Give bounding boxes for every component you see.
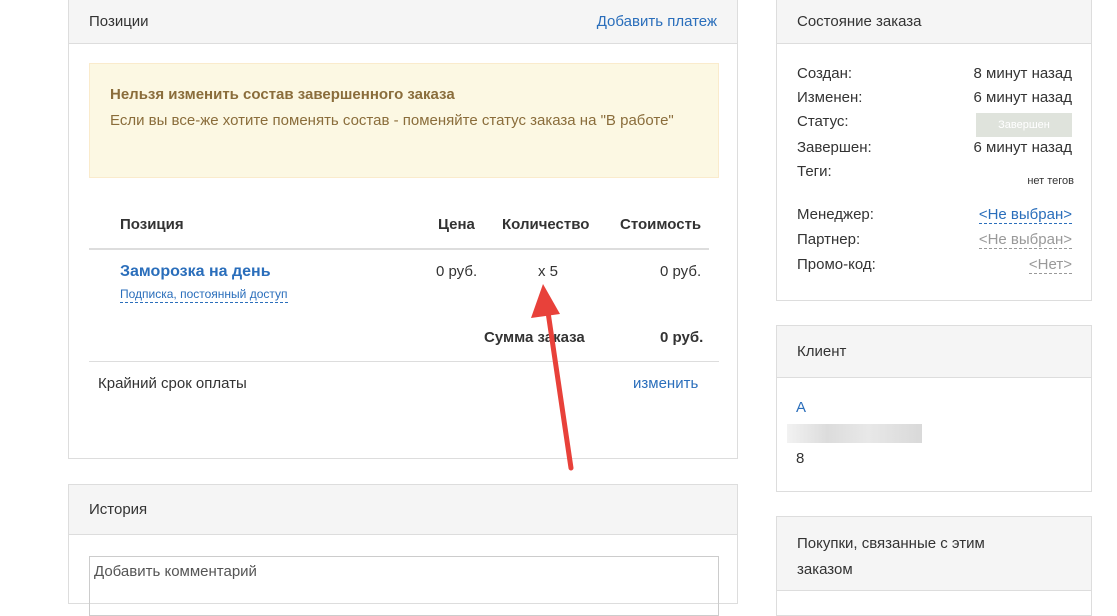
annotation-arrow-shaft — [545, 309, 574, 471]
annotation-arrow-head — [531, 284, 560, 318]
annotation-arrow-icon — [531, 284, 574, 471]
